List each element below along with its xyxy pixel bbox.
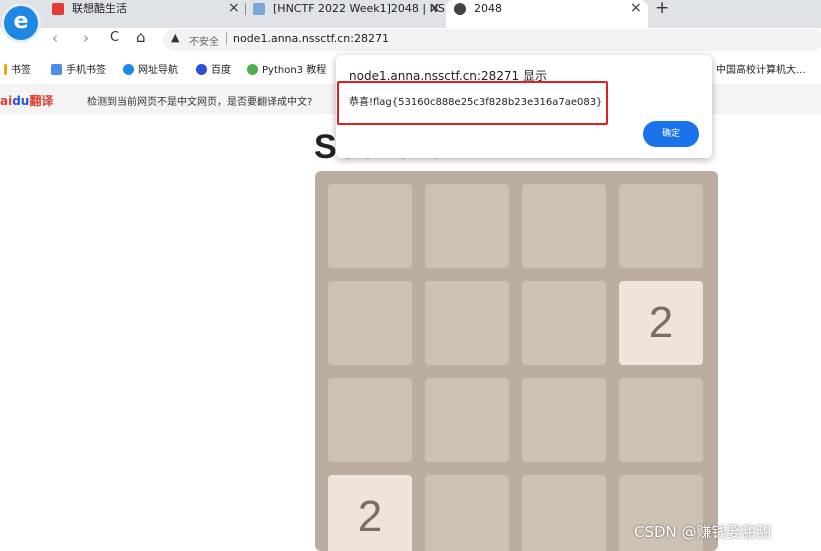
translate-message: 检测到当前网页不是中文网页，是否要翻译成中文? — [87, 97, 313, 108]
tile: 2 — [328, 475, 412, 551]
bookmark-item[interactable]: 网址导航 — [123, 61, 178, 76]
folder-icon — [51, 64, 62, 75]
bookmark-item[interactable]: 手机书签 — [51, 61, 106, 76]
tab-hnctf[interactable]: [HNCTF 2022 Week1]2048 | NS × — [253, 0, 445, 28]
baidu-translate-logo: aidu翻译 — [0, 94, 54, 108]
forward-icon[interactable]: › — [83, 29, 89, 47]
security-status[interactable]: 不安全 — [189, 33, 219, 48]
grid-cell — [425, 378, 509, 462]
lenovo-icon — [52, 3, 64, 15]
edge-icon — [123, 64, 134, 75]
tab-lenovo[interactable]: 联想酷生活 × — [52, 0, 242, 28]
tab-separator — [245, 3, 246, 15]
back-icon[interactable]: ‹ — [52, 29, 58, 47]
python-icon — [247, 64, 258, 75]
browser-logo-icon[interactable]: e — [4, 6, 38, 40]
grid-cell — [425, 184, 509, 268]
grid-cell — [522, 281, 606, 365]
url-divider — [226, 32, 227, 45]
home-icon[interactable]: ⌂ — [136, 28, 146, 46]
grid-cell — [328, 378, 412, 462]
close-icon[interactable]: × — [228, 0, 240, 17]
reload-icon[interactable]: C — [110, 30, 119, 45]
tab-label: 联想酷生活 — [72, 2, 127, 15]
warning-icon[interactable]: ▲ — [171, 31, 179, 44]
bookmark-item[interactable]: 百度 — [196, 61, 231, 76]
grid-cell — [619, 184, 703, 268]
dialog-message: 恭喜!flag{53160c888e25c3f828b23e316a7ae083… — [349, 97, 603, 108]
baidu-paw-icon — [196, 64, 207, 75]
grid-cell — [425, 281, 509, 365]
grid-cell — [619, 378, 703, 462]
url-text[interactable]: node1.anna.nssctf.cn:28271 — [233, 32, 389, 45]
nssctf-icon — [253, 3, 265, 15]
tile: 2 — [619, 281, 703, 365]
grid-cell — [522, 475, 606, 551]
tab-2048[interactable]: 2048 × — [446, 0, 648, 28]
tab-label: [HNCTF 2022 Week1]2048 | NS — [273, 2, 445, 15]
alert-dialog: node1.anna.nssctf.cn:28271 显示 恭喜!flag{53… — [336, 55, 712, 158]
tab-label: 2048 — [474, 2, 502, 15]
bookmark-item[interactable]: 书签 — [4, 61, 31, 76]
new-tab-button[interactable]: + — [655, 0, 669, 18]
grid-cell — [328, 184, 412, 268]
watermark: CSDN @赚钱娶甜甜 — [634, 523, 772, 541]
grid-cell — [328, 281, 412, 365]
grid-cell — [522, 184, 606, 268]
grid-cell — [522, 378, 606, 462]
grid-cell — [425, 475, 509, 551]
game-board[interactable]: 22 — [315, 171, 718, 551]
bookmark-item[interactable]: Python3 教程 — [247, 61, 326, 76]
close-icon[interactable]: × — [429, 0, 441, 17]
bookmark-item[interactable]: 中国高校计算机大... — [716, 61, 806, 76]
ok-button[interactable]: 确定 — [643, 121, 699, 147]
edge-icon — [454, 3, 466, 15]
bookmark-star-icon — [4, 64, 7, 75]
close-icon[interactable]: × — [630, 0, 642, 17]
